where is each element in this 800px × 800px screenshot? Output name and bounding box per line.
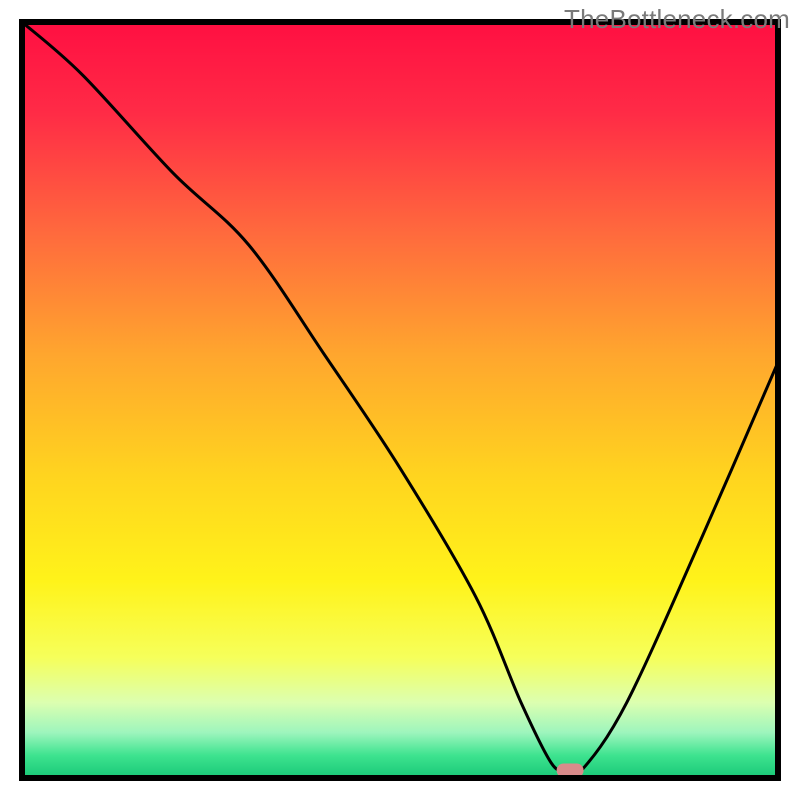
bottleneck-chart <box>0 0 800 800</box>
chart-container: TheBottleneck.com <box>0 0 800 800</box>
watermark-text: TheBottleneck.com <box>564 4 790 35</box>
gradient-background <box>22 22 778 778</box>
